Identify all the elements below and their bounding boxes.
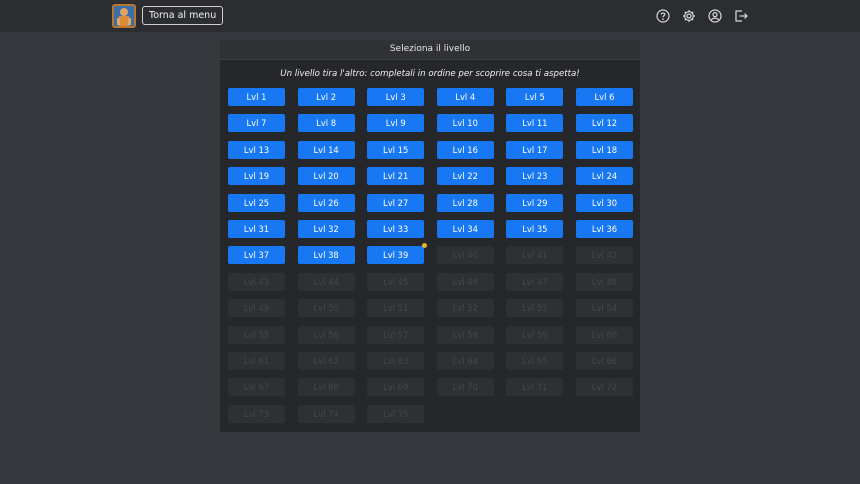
level-button-26[interactable]: Lvl 26: [297, 193, 355, 212]
level-grid: Lvl 1 Lvl 2 Lvl 3 Lvl 4 Lvl 5 Lvl 6 Lvl 7 Lvl 8…: [228, 88, 633, 423]
level-button-44: Lvl 44: [297, 272, 355, 291]
level-button-52: Lvl 52: [436, 299, 494, 318]
level-button-68: Lvl 68: [297, 378, 355, 397]
level-button-37[interactable]: Lvl 37: [228, 246, 285, 265]
level-button-53: Lvl 53: [506, 299, 564, 318]
top-bar: Torna al menu: [0, 0, 860, 32]
level-button-9[interactable]: Lvl 9: [367, 114, 425, 133]
level-button-23[interactable]: Lvl 23: [506, 167, 564, 186]
level-button-70: Lvl 70: [436, 378, 494, 397]
level-button-42: Lvl 42: [575, 246, 633, 265]
level-button-47: Lvl 47: [506, 272, 564, 291]
level-button-21[interactable]: Lvl 21: [367, 167, 425, 186]
level-button-45: Lvl 45: [367, 272, 425, 291]
level-button-12[interactable]: Lvl 12: [575, 114, 633, 133]
level-button-40: Lvl 40: [436, 246, 494, 265]
level-button-28[interactable]: Lvl 28: [436, 193, 494, 212]
level-button-72: Lvl 72: [575, 378, 633, 397]
level-button-46: Lvl 46: [436, 272, 494, 291]
level-button-22[interactable]: Lvl 22: [436, 167, 494, 186]
level-button-3[interactable]: Lvl 3: [367, 88, 425, 106]
level-button-6[interactable]: Lvl 6: [575, 88, 633, 106]
level-button-11[interactable]: Lvl 11: [506, 114, 564, 133]
level-button-19[interactable]: Lvl 19: [228, 167, 285, 186]
level-button-32[interactable]: Lvl 32: [297, 219, 355, 238]
level-button-64: Lvl 64: [436, 351, 494, 370]
level-button-66: Lvl 66: [575, 351, 633, 370]
panel-title: Seleziona il livello: [220, 40, 640, 60]
level-button-65: Lvl 65: [506, 351, 564, 370]
app-logo[interactable]: [112, 4, 136, 28]
level-button-30[interactable]: Lvl 30: [575, 193, 633, 212]
level-button-34[interactable]: Lvl 34: [436, 219, 494, 238]
level-button-1[interactable]: Lvl 1: [228, 88, 285, 106]
back-to-menu-button[interactable]: Torna al menu: [142, 6, 224, 25]
level-button-2[interactable]: Lvl 2: [297, 88, 355, 106]
level-button-18[interactable]: Lvl 18: [575, 140, 633, 159]
level-button-51: Lvl 51: [367, 299, 425, 318]
level-button-73: Lvl 73: [228, 404, 285, 423]
level-button-17[interactable]: Lvl 17: [506, 140, 564, 159]
level-button-13[interactable]: Lvl 13: [228, 140, 285, 159]
level-button-62: Lvl 62: [297, 351, 355, 370]
logout-icon[interactable]: [734, 9, 748, 23]
level-button-39[interactable]: Lvl 39: [367, 243, 428, 265]
level-button-36[interactable]: Lvl 36: [575, 219, 633, 238]
level-button-35[interactable]: Lvl 35: [506, 219, 564, 238]
level-button-14[interactable]: Lvl 14: [297, 140, 355, 159]
level-button-5[interactable]: Lvl 5: [506, 88, 564, 106]
level-button-57: Lvl 57: [367, 325, 425, 344]
level-button-71: Lvl 71: [506, 378, 564, 397]
panel-subtitle: Un livello tira l'altro: completali in o…: [280, 69, 580, 79]
level-button-7[interactable]: Lvl 7: [228, 114, 285, 133]
level-button-4[interactable]: Lvl 4: [436, 88, 494, 106]
level-button-48: Lvl 48: [575, 272, 633, 291]
avatar-logo-icon: [112, 4, 136, 28]
level-button-10[interactable]: Lvl 10: [436, 114, 494, 133]
level-button-15[interactable]: Lvl 15: [367, 140, 425, 159]
level-button-29[interactable]: Lvl 29: [506, 193, 564, 212]
level-button-69: Lvl 69: [367, 378, 425, 397]
level-button-20[interactable]: Lvl 20: [297, 167, 355, 186]
gear-icon[interactable]: [682, 9, 696, 23]
level-button-50: Lvl 50: [297, 299, 355, 318]
level-button-61: Lvl 61: [228, 351, 285, 370]
level-button-75: Lvl 75: [367, 404, 425, 423]
level-button-41: Lvl 41: [506, 246, 564, 265]
level-button-59: Lvl 59: [506, 325, 564, 344]
level-button-25[interactable]: Lvl 25: [228, 193, 285, 212]
level-button-31[interactable]: Lvl 31: [228, 219, 285, 238]
level-select-panel: Seleziona il livello Un livello tira l'a…: [220, 40, 640, 432]
level-button-63: Lvl 63: [367, 351, 425, 370]
level-button-74: Lvl 74: [297, 404, 355, 423]
level-button-60: Lvl 60: [575, 325, 633, 344]
level-button-55: Lvl 55: [228, 325, 285, 344]
help-icon[interactable]: [656, 9, 670, 23]
level-button-33[interactable]: Lvl 33: [367, 219, 425, 238]
current-level-indicator: [422, 243, 428, 249]
level-button-67: Lvl 67: [228, 378, 285, 397]
level-button-38[interactable]: Lvl 38: [297, 246, 355, 265]
user-icon[interactable]: [708, 9, 722, 23]
level-button-43: Lvl 43: [228, 272, 285, 291]
header-icons: [656, 9, 748, 23]
level-button-8[interactable]: Lvl 8: [297, 114, 355, 133]
level-button-27[interactable]: Lvl 27: [367, 193, 425, 212]
level-button-58: Lvl 58: [436, 325, 494, 344]
level-button-16[interactable]: Lvl 16: [436, 140, 494, 159]
level-button-56: Lvl 56: [297, 325, 355, 344]
level-button-49: Lvl 49: [228, 299, 285, 318]
level-button-54: Lvl 54: [575, 299, 633, 318]
level-button-24[interactable]: Lvl 24: [575, 167, 633, 186]
